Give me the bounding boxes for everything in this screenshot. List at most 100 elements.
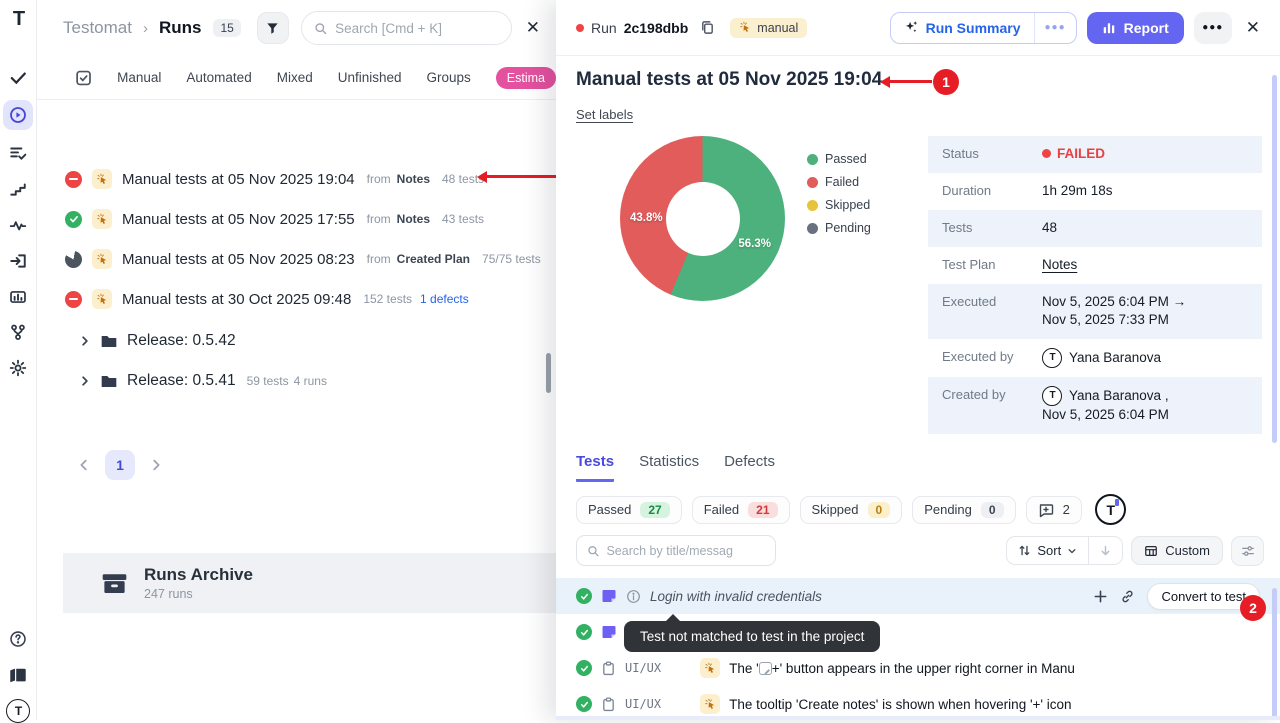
runs-search-input[interactable] <box>335 21 499 36</box>
close-search-icon[interactable]: ✕ <box>520 16 546 40</box>
page-number[interactable]: 1 <box>105 450 135 480</box>
run-from-value: Created Plan <box>397 252 470 266</box>
next-page-icon[interactable] <box>149 458 163 472</box>
runs-search[interactable] <box>301 11 512 45</box>
run-defects-link[interactable]: 1 defects <box>420 292 469 306</box>
sort-button[interactable]: Sort <box>1007 537 1088 564</box>
chip-passed[interactable]: Passed27 <box>576 496 682 524</box>
chevron-right-icon[interactable] <box>79 335 91 347</box>
run-summary-split-button: Run Summary ●●● <box>890 12 1077 44</box>
run-row[interactable]: Manual tests at 05 Nov 2025 08:23 from C… <box>37 242 556 276</box>
tab-unfinished[interactable]: Unfinished <box>338 70 402 85</box>
run-summary-label: Run Summary <box>926 20 1021 36</box>
more-options-button[interactable]: ●●● <box>1194 12 1232 44</box>
manual-run-icon <box>92 289 112 309</box>
info-label: Executed <box>942 293 1042 309</box>
sidebar-item-steps[interactable] <box>9 180 27 198</box>
info-row-tests: Tests 48 <box>928 210 1262 247</box>
manual-run-icon <box>92 249 112 269</box>
chip-label: Failed <box>704 502 739 517</box>
tab-groups[interactable]: Groups <box>427 70 471 85</box>
release-folder-row[interactable]: Release: 0.5.41 59 tests 4 runs <box>37 364 556 398</box>
plus-icon[interactable] <box>1093 589 1108 604</box>
pagination: 1 <box>77 450 163 480</box>
report-button[interactable]: Report <box>1087 12 1184 44</box>
status-passed-icon <box>576 588 592 604</box>
sidebar-item-tests[interactable] <box>9 68 27 86</box>
executed-by-value: Yana Baranova <box>1069 349 1161 368</box>
link-icon[interactable] <box>1120 589 1135 604</box>
tab-automated[interactable]: Automated <box>186 70 251 85</box>
sidebar-item-plans[interactable] <box>9 144 27 162</box>
runs-archive-banner[interactable]: Runs Archive 247 runs <box>63 553 556 613</box>
sidebar-item-import[interactable] <box>9 252 27 270</box>
legend-passed-dot <box>807 154 818 165</box>
breadcrumb-separator: › <box>140 20 151 37</box>
avatar-t-logo: T <box>6 699 30 723</box>
chip-failed[interactable]: Failed21 <box>692 496 790 524</box>
release-folder-row[interactable]: Release: 0.5.42 <box>37 324 556 358</box>
info-label: Status <box>942 145 1042 161</box>
copy-icon[interactable] <box>700 20 715 35</box>
run-row[interactable]: Manual tests at 05 Nov 2025 17:55 from N… <box>37 202 556 236</box>
user-avatar[interactable]: T <box>6 699 30 723</box>
run-summary-button[interactable]: Run Summary <box>891 13 1034 43</box>
chip-comments[interactable]: 2 <box>1026 496 1082 524</box>
run-row[interactable]: Manual tests at 30 Oct 2025 09:48 152 te… <box>37 282 556 316</box>
info-label: Executed by <box>942 348 1042 364</box>
view-settings-button[interactable] <box>1231 536 1264 566</box>
bar-chart-icon <box>9 288 27 306</box>
run-from-label: from <box>367 172 391 186</box>
panel-scrollbar-thumb[interactable] <box>1272 75 1277 443</box>
list-check-icon <box>9 144 27 162</box>
test-tag: UI/UX <box>625 661 661 675</box>
test-row[interactable]: Login with invalid credentials Convert t… <box>556 578 1280 614</box>
failed-slice-label: 43.8% <box>630 212 663 224</box>
assignee-avatar[interactable]: T <box>1095 494 1126 525</box>
breadcrumb-app[interactable]: Testomat <box>63 18 132 38</box>
sidebar-item-pulse[interactable] <box>9 216 27 234</box>
run-label: Run <box>591 20 617 36</box>
comment-plus-icon <box>1038 502 1054 518</box>
tests-search[interactable] <box>576 535 776 566</box>
chevron-down-icon <box>1067 546 1077 556</box>
tests-count-value: 48 <box>1042 219 1057 238</box>
sidebar-item-docs[interactable] <box>9 665 28 684</box>
sidebar-item-analytics[interactable] <box>9 288 27 306</box>
sidebar-item-settings[interactable] <box>9 359 27 377</box>
status-value: FAILED <box>1057 146 1105 161</box>
chip-label: Pending <box>924 502 972 517</box>
chip-pending[interactable]: Pending0 <box>912 496 1015 524</box>
left-scrollbar-thumb[interactable] <box>546 353 551 393</box>
chip-skipped[interactable]: Skipped0 <box>800 496 903 524</box>
test-title: The tooltip 'Create notes' is shown when… <box>729 697 1071 712</box>
tab-manual[interactable]: Manual <box>117 70 161 85</box>
select-all-icon[interactable] <box>75 69 92 87</box>
tab-defects[interactable]: Defects <box>724 453 775 482</box>
sidebar-item-branches[interactable] <box>9 323 27 341</box>
sidebar-item-help[interactable] <box>9 630 27 648</box>
test-title-part: The ' <box>729 661 759 676</box>
chevron-right-icon[interactable] <box>79 375 91 387</box>
tab-tests[interactable]: Tests <box>576 453 614 482</box>
run-tests-count: 152 tests <box>363 292 412 306</box>
filter-button[interactable] <box>257 12 289 44</box>
avatar-t-logo: T <box>1042 348 1062 368</box>
prev-page-icon[interactable] <box>77 458 91 472</box>
test-plan-link[interactable]: Notes <box>1042 257 1077 272</box>
custom-columns-button[interactable]: Custom <box>1131 536 1223 565</box>
sort-label: Sort <box>1037 543 1061 558</box>
close-panel-icon[interactable]: ✕ <box>1244 18 1262 38</box>
tab-mixed[interactable]: Mixed <box>277 70 313 85</box>
sort-direction-button[interactable] <box>1088 537 1122 564</box>
tests-scrollbar-thumb[interactable] <box>1272 588 1277 720</box>
tab-estimate-badge[interactable]: Estima <box>496 67 556 89</box>
run-summary-more-button[interactable]: ●●● <box>1034 13 1076 43</box>
tests-search-input[interactable] <box>606 544 765 558</box>
tab-statistics[interactable]: Statistics <box>639 453 699 482</box>
test-tag: UI/UX <box>625 697 661 711</box>
test-row[interactable]: UI/UX The '+' button appears in the uppe… <box>556 650 1280 686</box>
status-failed-icon <box>65 291 82 308</box>
sidebar-item-runs[interactable] <box>3 100 33 130</box>
set-labels-link[interactable]: Set labels <box>576 107 633 122</box>
